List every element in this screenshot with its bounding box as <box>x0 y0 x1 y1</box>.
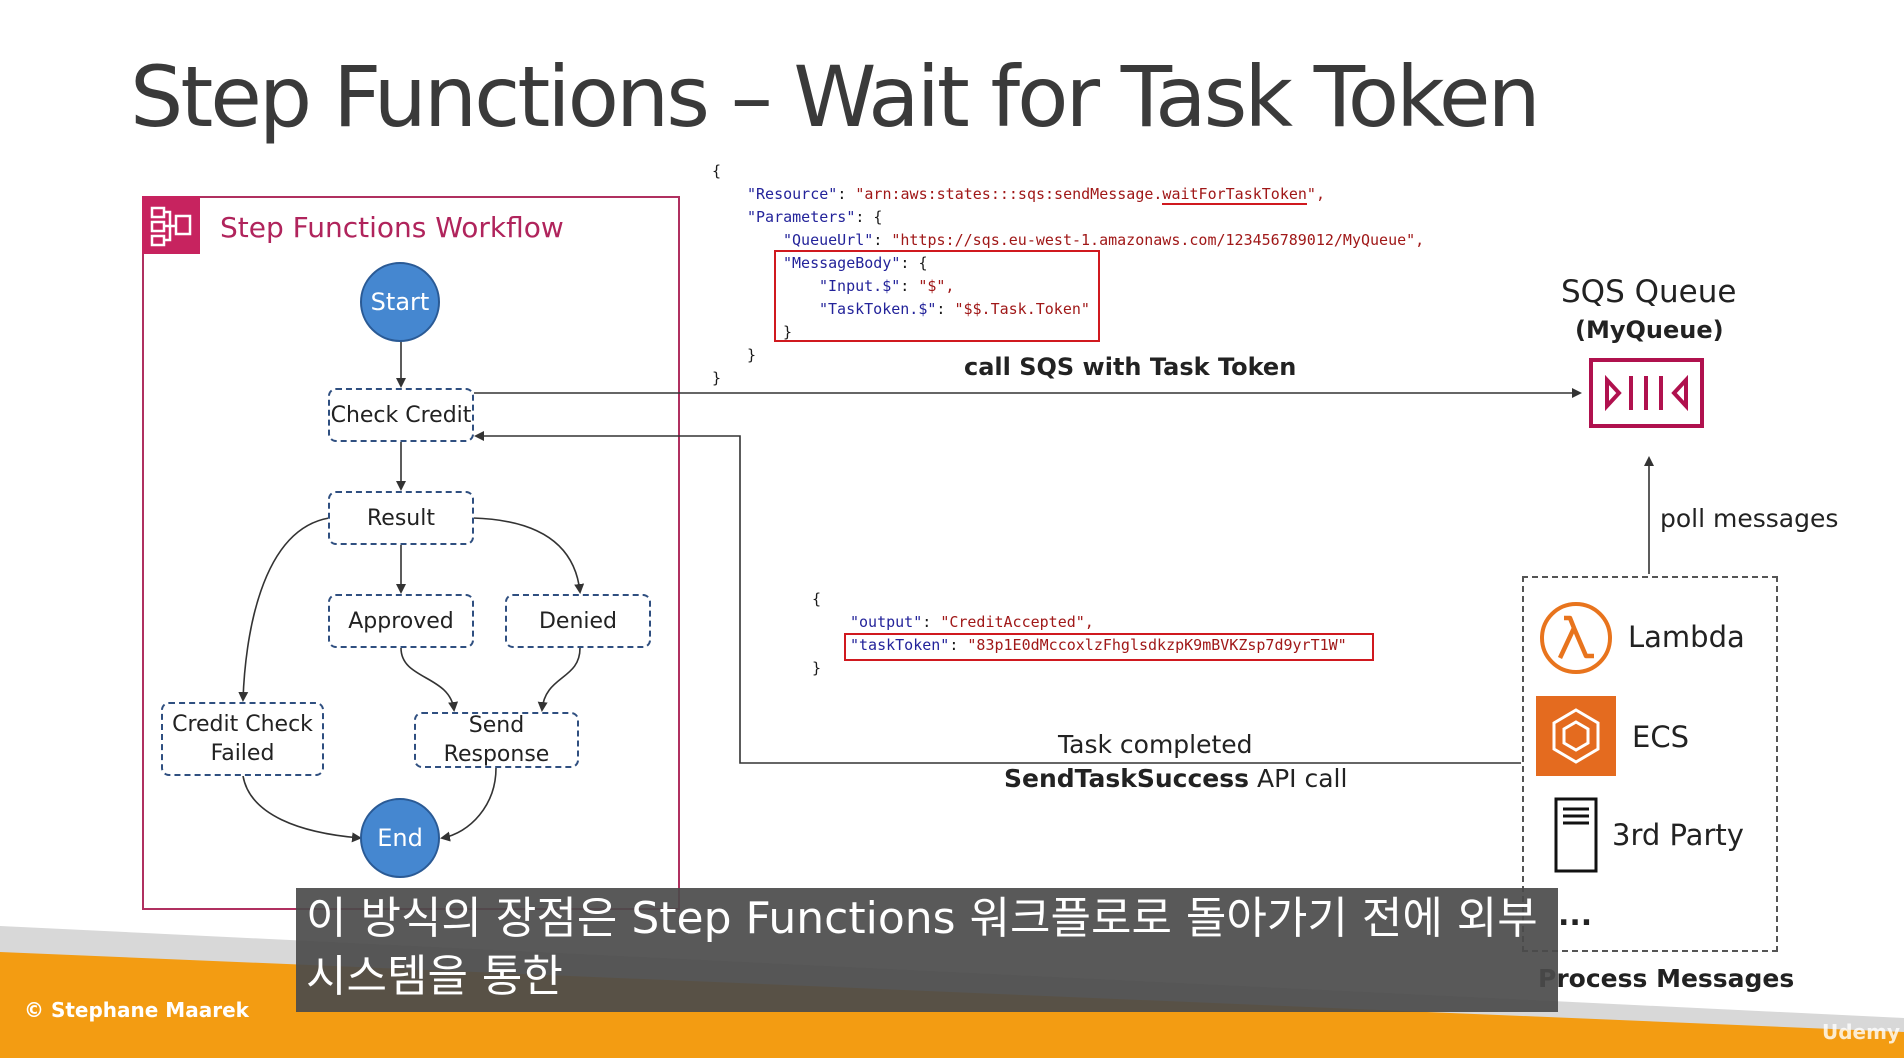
process-messages-label: Process Messages <box>1538 964 1795 993</box>
send-task-success-rest: API call <box>1249 764 1348 793</box>
server-icon <box>1554 797 1598 873</box>
poll-messages-label: poll messages <box>1660 504 1839 533</box>
start-node: Start <box>360 262 440 342</box>
check-credit-node: Check Credit <box>328 388 474 442</box>
subtitle-line1: 이 방식의 장점은 Step Functions 워크플로로 돌아가기 전에 외… <box>306 893 1538 944</box>
approved-node: Approved <box>328 594 474 648</box>
slide: Step Functions – Wait for Task Token { "… <box>0 0 1904 1058</box>
end-node: End <box>360 798 440 878</box>
lambda-label: Lambda <box>1628 620 1745 654</box>
sqs-subtitle: (MyQueue) <box>1575 316 1724 344</box>
credit-check-failed-node: Credit Check Failed <box>161 702 324 776</box>
third-party-label: 3rd Party <box>1612 818 1744 852</box>
sqs-title: SQS Queue <box>1561 274 1737 310</box>
subtitle-line2: 시스템을 통한 <box>306 951 563 1002</box>
send-task-success-label: SendTaskSuccess API call <box>1004 764 1347 793</box>
subtitle-overlay: 이 방식의 장점은 Step Functions 워크플로로 돌아가기 전에 외… <box>296 888 1558 1012</box>
send-task-success-bold: SendTaskSuccess <box>1004 764 1250 793</box>
credit-check-failed-line2: Failed <box>210 741 275 766</box>
call-sqs-label: call SQS with Task Token <box>964 353 1297 381</box>
ecs-icon <box>1536 696 1616 776</box>
lambda-icon <box>1538 600 1614 676</box>
result-node: Result <box>328 491 474 545</box>
sqs-queue-icon <box>1589 358 1704 428</box>
udemy-watermark: Udemy <box>1822 1020 1900 1044</box>
credit-check-failed-line1: Credit Check <box>172 712 313 737</box>
ecs-label: ECS <box>1632 720 1689 754</box>
send-response-node: Send Response <box>414 712 579 768</box>
denied-node: Denied <box>505 594 651 648</box>
process-ellipsis: ... <box>1558 898 1593 933</box>
task-completed-label: Task completed <box>1058 730 1253 759</box>
copyright-text: © Stephane Maarek <box>24 998 249 1022</box>
